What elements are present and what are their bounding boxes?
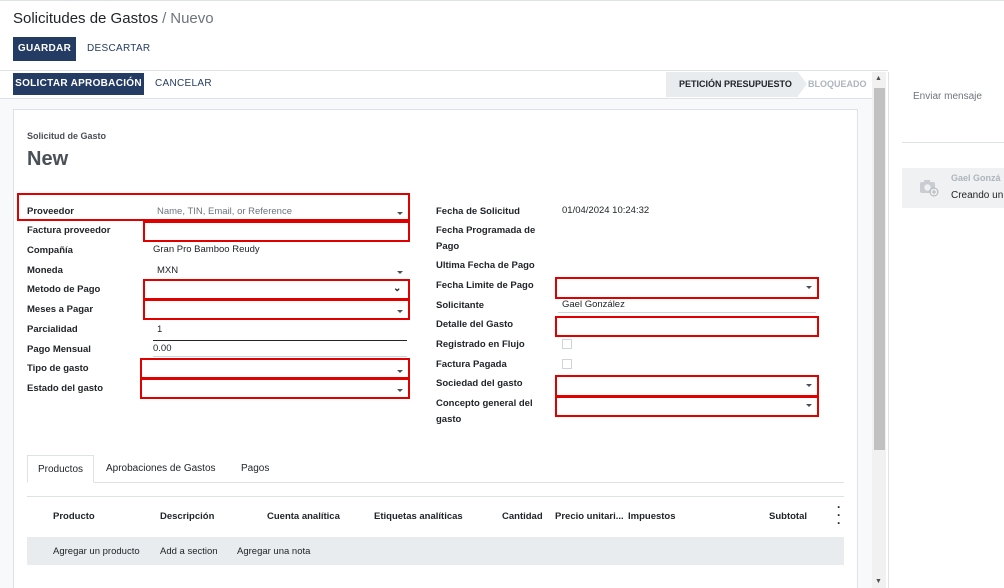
- fecha-limite-label: Fecha Limite de Pago: [436, 280, 534, 291]
- moneda-select[interactable]: MXN: [157, 265, 178, 276]
- column-header-impuestos[interactable]: Impuestos: [628, 511, 676, 522]
- column-header-etiquetas-analiticas[interactable]: Etiquetas analíticas: [374, 511, 463, 522]
- registrado-flujo-label: Registrado en Flujo: [436, 339, 525, 350]
- stage-arrow-icon: [798, 72, 807, 96]
- stage-peticion-presupuesto[interactable]: PETICIÓN PRESUPUESTO: [666, 72, 798, 97]
- control-panel-divider: [0, 70, 888, 71]
- tab-productos[interactable]: Productos: [27, 455, 95, 483]
- factura-pagada-label: Factura Pagada: [436, 359, 507, 370]
- chevron-down-icon[interactable]: ⌄: [393, 283, 401, 294]
- discard-button[interactable]: DESCARTAR: [87, 37, 150, 61]
- camera-icon: [920, 180, 939, 197]
- column-header-producto[interactable]: Producto: [53, 511, 95, 522]
- breadcrumb: Solicitudes de Gastos / Nuevo: [13, 10, 214, 27]
- cancel-button[interactable]: CANCELAR: [155, 72, 212, 96]
- fecha-programada-label-line1: Fecha Programada de: [436, 225, 536, 236]
- ultima-fecha-label: Ultima Fecha de Pago: [436, 260, 535, 271]
- parcialidad-underline: [153, 340, 407, 341]
- breadcrumb-current: Nuevo: [170, 10, 214, 27]
- estado-gasto-select[interactable]: [140, 378, 410, 399]
- registrado-flujo-checkbox[interactable]: [562, 339, 572, 349]
- fecha-programada-label-line2: Pago: [436, 241, 460, 252]
- tab-aprobaciones[interactable]: Aprobaciones de Gastos: [96, 455, 226, 483]
- request-approval-button[interactable]: SOLICTAR APROBACIÓN: [13, 73, 144, 95]
- pago-mensual-input[interactable]: 0.00: [153, 343, 172, 354]
- table-header-top-border: [27, 496, 844, 497]
- estado-gasto-label: Estado del gasto: [27, 383, 104, 394]
- meses-pagar-label: Meses a Pagar: [27, 304, 94, 315]
- top-border: [0, 0, 1004, 1]
- factura-proveedor-label: Factura proveedor: [27, 225, 111, 236]
- factura-proveedor-input[interactable]: [143, 221, 410, 242]
- parcialidad-input[interactable]: 1: [157, 324, 162, 335]
- column-header-precio-unitario[interactable]: Precio unitari...: [555, 511, 624, 522]
- meses-pagar-dropdown-icon[interactable]: [397, 310, 403, 313]
- stage-bloqueado[interactable]: BLOQUEADO: [808, 72, 867, 97]
- tab-pagos[interactable]: Pagos: [231, 455, 279, 483]
- solicitante-value: Gael González: [562, 299, 625, 310]
- metodo-pago-label: Metodo de Pago: [27, 284, 101, 295]
- detalle-gasto-input[interactable]: [555, 316, 819, 337]
- concepto-dropdown-icon[interactable]: [806, 404, 812, 407]
- sociedad-dropdown-icon[interactable]: [806, 384, 812, 387]
- concepto-select[interactable]: [555, 396, 819, 417]
- chatter-topbar-divider: [902, 142, 1004, 143]
- breadcrumb-parent-link[interactable]: Solicitudes de Gastos: [13, 10, 158, 27]
- moneda-dropdown-icon[interactable]: [397, 271, 403, 274]
- detalle-gasto-label: Detalle del Gasto: [436, 319, 514, 330]
- scroll-down-arrow-icon[interactable]: ▼: [875, 578, 882, 585]
- tipo-gasto-select[interactable]: [140, 358, 410, 379]
- form-scrollbar-thumb[interactable]: [874, 88, 885, 450]
- tipo-gasto-label: Tipo de gasto: [27, 363, 89, 374]
- fecha-limite-dropdown-icon[interactable]: [806, 286, 812, 289]
- fecha-solicitud-label: Fecha de Solicitud: [436, 206, 520, 217]
- breadcrumb-separator: /: [162, 10, 167, 27]
- fecha-limite-input[interactable]: [555, 277, 819, 299]
- column-header-cantidad[interactable]: Cantidad: [502, 511, 543, 522]
- column-header-descripcion[interactable]: Descripción: [160, 511, 214, 522]
- compania-label: Compañía: [27, 245, 73, 256]
- scroll-up-arrow-icon[interactable]: ▲: [875, 75, 882, 82]
- form-title: New: [27, 148, 69, 170]
- moneda-label: Moneda: [27, 265, 63, 276]
- save-button[interactable]: GUARDAR: [13, 37, 76, 61]
- compania-value: Gran Pro Bamboo Reudy: [153, 244, 260, 255]
- add-note-link[interactable]: Agregar una nota: [237, 546, 310, 557]
- form-subtitle: Solicitud de Gasto: [27, 131, 107, 141]
- parcialidad-label: Parcialidad: [27, 324, 78, 335]
- status-bar: PETICIÓN PRESUPUESTO BLOQUEADO: [666, 72, 872, 97]
- proveedor-highlight: [17, 193, 410, 221]
- solicitante-underline: [558, 312, 816, 313]
- column-header-cuenta-analitica[interactable]: Cuenta analítica: [267, 511, 340, 522]
- sociedad-gasto-label: Sociedad del gasto: [436, 378, 523, 389]
- pago-mensual-underline: [153, 356, 407, 357]
- add-section-link[interactable]: Add a section: [160, 546, 218, 557]
- factura-pagada-checkbox[interactable]: [562, 359, 572, 369]
- tipo-gasto-dropdown-icon[interactable]: [397, 370, 403, 373]
- estado-gasto-dropdown-icon[interactable]: [397, 389, 403, 392]
- add-product-link[interactable]: Agregar un producto: [53, 546, 140, 557]
- solicitante-label: Solicitante: [436, 300, 485, 311]
- concepto-label-line1: Concepto general del: [436, 398, 533, 409]
- chatter-divider: [888, 72, 889, 588]
- fecha-solicitud-value: 01/04/2024 10:24:32: [562, 205, 650, 216]
- concepto-label-line2: gasto: [436, 414, 462, 425]
- optional-columns-icon[interactable]: · · ·: [837, 501, 841, 529]
- metodo-pago-select[interactable]: [143, 279, 410, 300]
- send-message-button[interactable]: Enviar mensaje: [913, 91, 982, 102]
- pago-mensual-label: Pago Mensual: [27, 344, 91, 355]
- meses-pagar-select[interactable]: [143, 299, 410, 320]
- chatter-author: Gael Gonzá: [951, 173, 1001, 183]
- column-header-subtotal[interactable]: Subtotal: [769, 511, 807, 522]
- table-add-row: [27, 537, 844, 565]
- sociedad-gasto-select[interactable]: [555, 375, 819, 397]
- chatter-message-text: Creando un: [951, 190, 1004, 201]
